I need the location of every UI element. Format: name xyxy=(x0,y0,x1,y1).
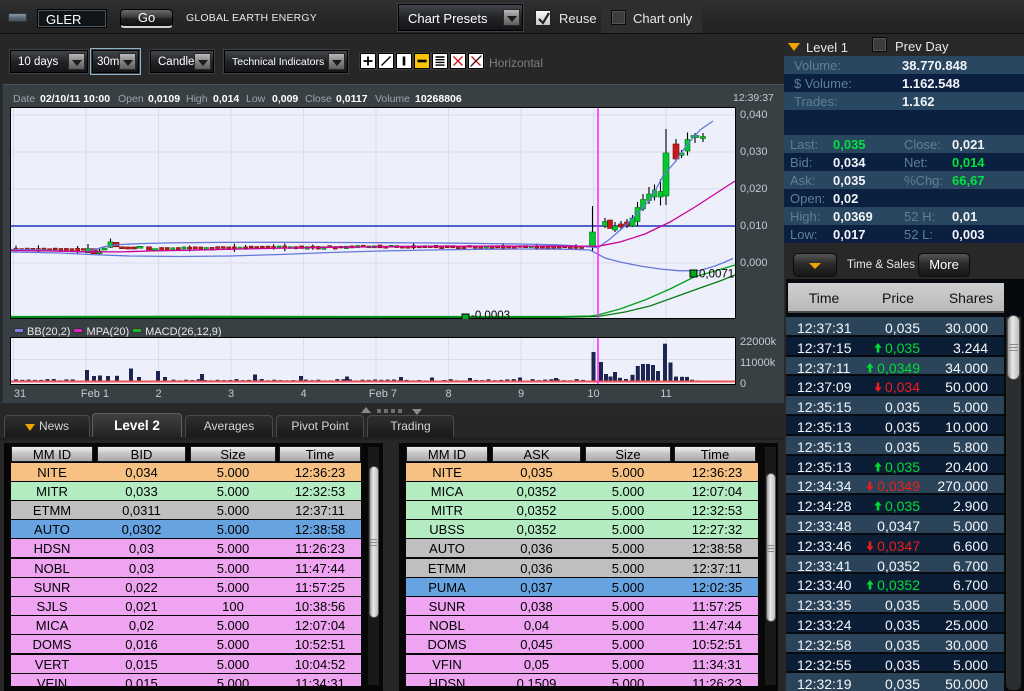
svg-text:0,0071: 0,0071 xyxy=(699,269,734,281)
